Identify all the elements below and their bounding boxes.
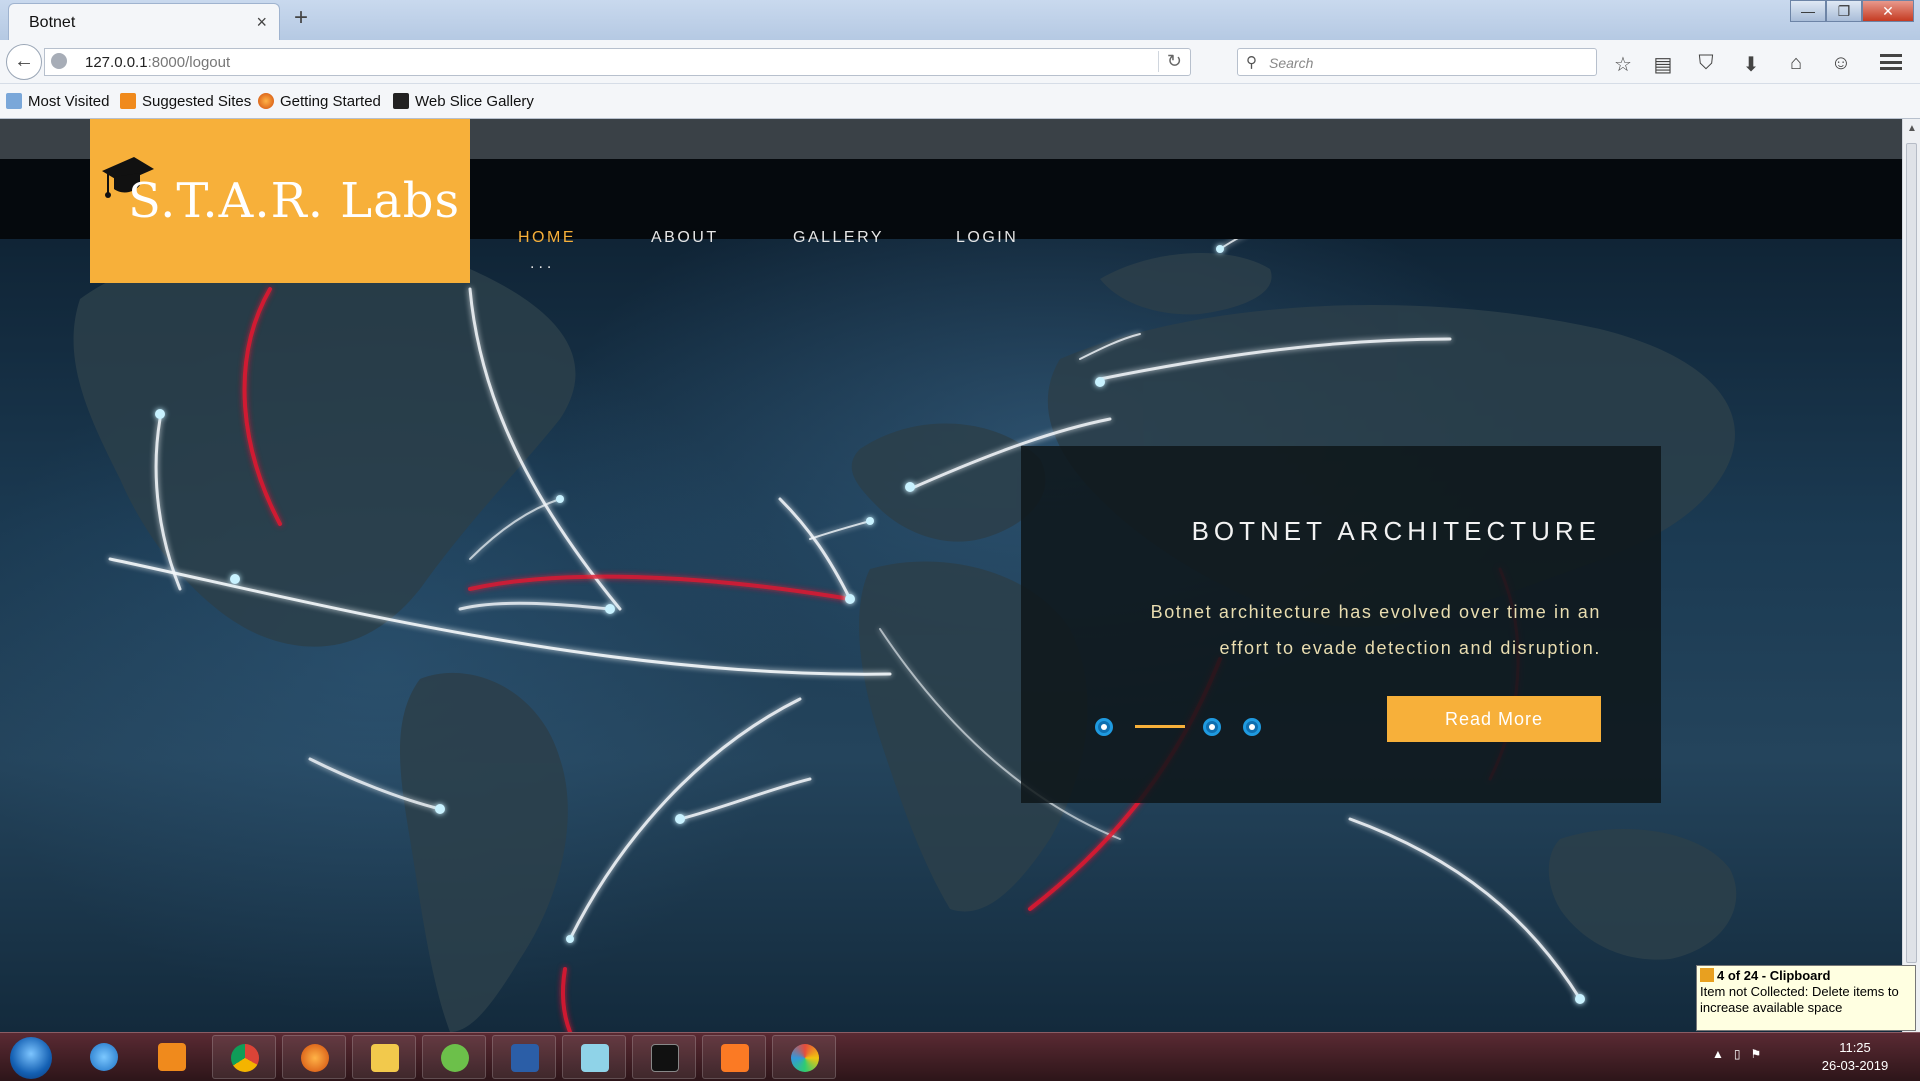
file-explorer-icon[interactable] bbox=[352, 1035, 416, 1079]
browser-navbar: ← 127.0.0.1:8000/logout ↻ ⚲ Search ☆ ▤ ⛉… bbox=[0, 40, 1920, 84]
read-more-button[interactable]: Read More bbox=[1387, 696, 1601, 742]
nav-login[interactable]: LOGIN bbox=[956, 229, 1018, 247]
search-placeholder: Search bbox=[1269, 55, 1314, 71]
clock-date: 26-03-2019 bbox=[1821, 1058, 1889, 1073]
nav-home[interactable]: HOME bbox=[518, 229, 576, 247]
address-bar[interactable]: 127.0.0.1:8000/logout ↻ bbox=[44, 48, 1191, 76]
notification-title: 4 of 24 - Clipboard bbox=[1717, 968, 1831, 983]
slide-text: Botnet architecture has evolved over tim… bbox=[1150, 602, 1601, 658]
bookmark-most-visited[interactable]: Most Visited bbox=[6, 93, 109, 110]
slide-caption-panel: BOTNET ARCHITECTURE Botnet architecture … bbox=[1021, 446, 1661, 803]
most-visited-icon bbox=[6, 93, 22, 109]
word-icon[interactable] bbox=[492, 1035, 556, 1079]
globe-icon bbox=[51, 53, 67, 69]
scroll-thumb[interactable] bbox=[1906, 143, 1917, 963]
home-icon[interactable]: ⌂ bbox=[1782, 52, 1810, 75]
paint-icon[interactable] bbox=[772, 1035, 836, 1079]
taskbar-clock[interactable]: 11:25 26-03-2019 bbox=[1800, 1039, 1910, 1075]
page-viewport: HOME ABOUT GALLERY LOGIN ... S.T.A.R. La… bbox=[0, 119, 1902, 1032]
bookmarks-bar: Most Visited Suggested Sites Getting Sta… bbox=[0, 84, 1920, 119]
terminal-icon[interactable] bbox=[632, 1035, 696, 1079]
search-icon: ⚲ bbox=[1246, 54, 1257, 71]
search-input[interactable]: ⚲ Search bbox=[1237, 48, 1597, 76]
reading-list-icon[interactable]: ▤ bbox=[1649, 52, 1677, 77]
minimize-button[interactable]: — bbox=[1790, 0, 1826, 22]
back-button[interactable]: ← bbox=[6, 44, 42, 80]
pocket-icon[interactable]: ⛉ bbox=[1692, 52, 1720, 75]
tab-close-icon[interactable]: × bbox=[256, 12, 267, 33]
slide-dot-active[interactable] bbox=[1135, 725, 1185, 728]
notepad-icon[interactable] bbox=[562, 1035, 626, 1079]
slide-title: BOTNET ARCHITECTURE bbox=[1191, 516, 1601, 546]
xampp-icon[interactable] bbox=[702, 1035, 766, 1079]
browser-tab[interactable]: Botnet × bbox=[8, 3, 280, 40]
menu-icon[interactable] bbox=[1880, 54, 1902, 70]
scroll-up-icon[interactable]: ▲ bbox=[1907, 123, 1917, 134]
bookmark-web-slice-gallery[interactable]: Web Slice Gallery bbox=[393, 93, 534, 110]
reload-icon[interactable]: ↻ bbox=[1157, 51, 1182, 72]
download-icon[interactable]: ⬇ bbox=[1737, 52, 1765, 77]
browser-titlebar: Botnet × + — ❐ ✕ bbox=[0, 0, 1920, 40]
nav-about[interactable]: ABOUT bbox=[651, 229, 719, 247]
internet-explorer-icon[interactable] bbox=[72, 1035, 136, 1079]
media-player-icon[interactable] bbox=[140, 1035, 204, 1079]
start-button[interactable] bbox=[10, 1037, 52, 1079]
slider-pagination bbox=[1095, 718, 1275, 738]
vertical-scrollbar[interactable]: ▲ ▼ bbox=[1902, 119, 1920, 1032]
nav-active-indicator: ... bbox=[530, 255, 556, 272]
logo-text: S.T.A.R. Labs bbox=[128, 173, 461, 229]
site-logo[interactable]: S.T.A.R. Labs bbox=[90, 119, 470, 283]
maximize-button[interactable]: ❐ bbox=[1826, 0, 1862, 22]
slide-dot-1[interactable] bbox=[1095, 718, 1113, 736]
nav-gallery[interactable]: GALLERY bbox=[793, 229, 884, 247]
notification-text: Item not Collected: Delete items to incr… bbox=[1700, 984, 1899, 1015]
new-tab-button[interactable]: + bbox=[294, 4, 308, 32]
url-text[interactable]: 127.0.0.1:8000/logout bbox=[85, 54, 230, 71]
utorrent-icon[interactable] bbox=[422, 1035, 486, 1079]
web-slice-icon bbox=[393, 93, 409, 109]
firefox-icon[interactable] bbox=[282, 1035, 346, 1079]
system-tray-icons[interactable]: ▲ ▯ ⚑ bbox=[1712, 1047, 1761, 1061]
clipboard-notification[interactable]: 4 of 24 - Clipboard Item not Collected: … bbox=[1696, 965, 1916, 1031]
bookmark-getting-started[interactable]: Getting Started bbox=[258, 93, 381, 110]
chrome-icon[interactable] bbox=[212, 1035, 276, 1079]
firefox-icon bbox=[258, 93, 274, 109]
clock-time: 11:25 bbox=[1839, 1040, 1871, 1055]
windows-taskbar: ▲ ▯ ⚑ 11:25 26-03-2019 bbox=[0, 1032, 1920, 1081]
slide-dot-4[interactable] bbox=[1243, 718, 1261, 736]
feedback-icon[interactable]: ☺ bbox=[1827, 52, 1855, 75]
slide-dot-3[interactable] bbox=[1203, 718, 1221, 736]
clipboard-icon bbox=[1700, 968, 1714, 982]
suggested-sites-icon bbox=[120, 93, 136, 109]
bookmark-star-icon[interactable]: ☆ bbox=[1609, 52, 1637, 77]
tab-title: Botnet bbox=[29, 14, 76, 31]
close-window-button[interactable]: ✕ bbox=[1862, 0, 1914, 22]
bookmark-suggested-sites[interactable]: Suggested Sites bbox=[120, 93, 251, 110]
